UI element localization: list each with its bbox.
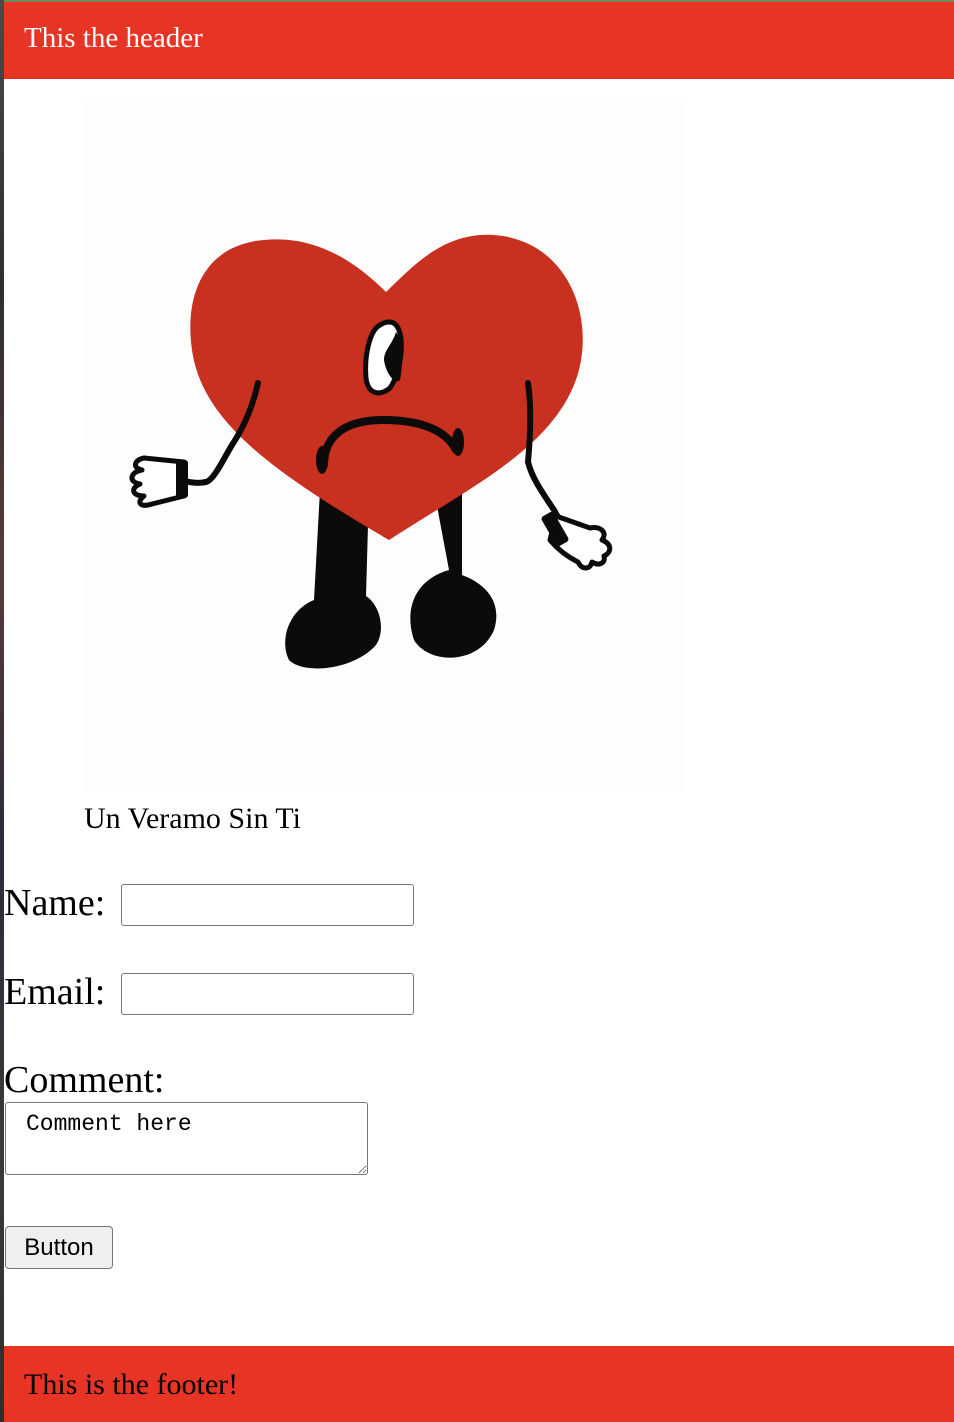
sad-heart-character-icon: [129, 234, 613, 669]
page-footer: This is the footer!: [4, 1346, 954, 1422]
header-title: This the header: [24, 22, 203, 54]
submit-button[interactable]: Button: [5, 1226, 113, 1269]
name-input[interactable]: [121, 884, 414, 926]
email-label: Email:: [4, 971, 106, 1013]
heart-figure: [84, 100, 684, 792]
name-label: Name:: [4, 882, 106, 924]
footer-text: This is the footer!: [24, 1368, 239, 1401]
comment-label: Comment:: [4, 1059, 165, 1101]
page-header: This the header: [4, 0, 954, 79]
figure-caption: Un Veramo Sin Ti: [84, 802, 302, 835]
window-edge: [0, 0, 4, 1422]
email-input[interactable]: [121, 973, 414, 1015]
comment-textarea[interactable]: [5, 1102, 368, 1175]
